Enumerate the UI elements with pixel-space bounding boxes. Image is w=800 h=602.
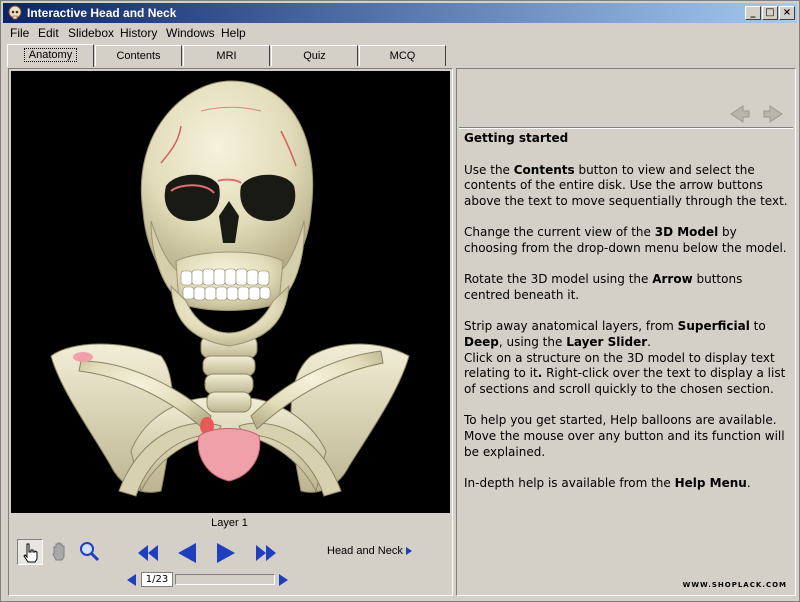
help-text-run: . xyxy=(647,334,651,349)
rotate-left-icon xyxy=(178,543,196,563)
help-text-run: , using the xyxy=(498,334,567,349)
help-text-run: Strip away anatomical layers, from xyxy=(464,319,678,334)
tab-bar: Anatomy Contents MRI Quiz MCQ xyxy=(7,44,447,67)
help-keyword: Contents xyxy=(513,162,575,177)
maximize-button[interactable]: □ xyxy=(762,6,778,20)
text-forward-button[interactable] xyxy=(762,103,784,125)
menu-history[interactable]: History xyxy=(120,26,157,40)
fast-forward-button[interactable] xyxy=(253,541,279,565)
menu-edit[interactable]: Edit xyxy=(38,26,59,40)
help-keyword: Deep xyxy=(464,334,499,349)
help-paragraph: In-depth help is available from the Help… xyxy=(464,476,790,492)
menu-bar: File Edit Slidebox History Windows Help xyxy=(3,24,797,42)
tab-mri[interactable]: MRI xyxy=(183,45,270,66)
menu-slidebox[interactable]: Slidebox xyxy=(68,26,114,40)
menu-file[interactable]: File xyxy=(10,26,29,40)
layer-slider-prev-icon[interactable] xyxy=(127,574,136,586)
layer-slider[interactable]: 1/23 xyxy=(127,572,292,588)
rewind-icon xyxy=(138,545,158,561)
tab-contents[interactable]: Contents xyxy=(95,45,182,66)
help-paragraph: Rotate the 3D model using the Arrow butt… xyxy=(464,272,790,303)
help-keyword: Layer Slider xyxy=(566,334,648,349)
tab-anatomy[interactable]: Anatomy xyxy=(7,44,94,67)
help-paragraph: To help you get started, Help balloons a… xyxy=(464,413,790,460)
rewind-button[interactable] xyxy=(135,541,161,565)
help-text: Getting started Use the Contents button … xyxy=(464,131,790,507)
layer-label: Layer 1 xyxy=(211,517,248,529)
tab-mcq[interactable]: MCQ xyxy=(359,45,446,66)
help-text-run: Rotate the 3D model using the xyxy=(464,272,653,287)
view-selector[interactable]: Head and Neck xyxy=(327,545,412,557)
help-text-run: Use the xyxy=(464,162,514,177)
help-paragraph: Use the Contents button to view and sele… xyxy=(464,163,790,210)
forward-arrow-icon xyxy=(763,105,783,123)
close-button[interactable]: × xyxy=(779,6,795,20)
window-title: Interactive Head and Neck xyxy=(27,6,177,20)
back-arrow-icon xyxy=(730,105,750,123)
help-keyword: Superficial xyxy=(677,319,750,334)
magnifier-icon xyxy=(80,542,100,562)
help-paragraph: Change the current view of the 3D Model … xyxy=(464,225,790,256)
help-text-run: In-depth help is available from the xyxy=(464,475,675,490)
help-text-run: to xyxy=(749,319,766,334)
help-text-run: Change the current view of the xyxy=(464,225,655,240)
skull-app-icon xyxy=(8,5,22,20)
view-selector-label: Head and Neck xyxy=(327,545,403,557)
menu-windows[interactable]: Windows xyxy=(166,26,215,40)
hand-pointer-button[interactable] xyxy=(17,539,43,565)
layer-slider-value: 1/23 xyxy=(141,572,173,587)
app-window: Interactive Head and Neck _ □ × File Edi… xyxy=(0,0,800,602)
skeleton-model[interactable] xyxy=(11,71,450,513)
title-bar[interactable]: Interactive Head and Neck _ □ × xyxy=(3,3,797,23)
grab-hand-icon xyxy=(52,542,65,561)
help-paragraph: Strip away anatomical layers, from Super… xyxy=(464,319,790,398)
help-text-run: . xyxy=(746,475,751,490)
help-keyword: Arrow xyxy=(652,272,693,287)
model-panel: Layer 1 Head and Neck 1/23 xyxy=(8,68,453,596)
hand-pointer-icon xyxy=(23,543,38,563)
zoom-button[interactable] xyxy=(77,539,103,565)
layer-slider-track[interactable] xyxy=(175,574,275,585)
help-keyword: Help Menu xyxy=(674,475,747,490)
help-text-run: To help you get started, Help balloons a… xyxy=(464,413,785,459)
rotate-right-button[interactable] xyxy=(213,541,239,565)
text-panel-divider xyxy=(459,127,793,129)
minimize-button[interactable]: _ xyxy=(745,6,761,20)
text-back-button[interactable] xyxy=(729,103,751,125)
rotate-right-icon xyxy=(217,543,235,563)
tab-quiz[interactable]: Quiz xyxy=(271,45,358,66)
tab-anatomy-label: Anatomy xyxy=(23,48,78,62)
view-dropdown-arrow-icon xyxy=(405,547,412,556)
text-panel: Getting started Use the Contents button … xyxy=(456,68,796,596)
fast-forward-icon xyxy=(256,545,276,561)
menu-help[interactable]: Help xyxy=(221,26,246,40)
help-keyword: 3D Model xyxy=(654,225,719,240)
layer-slider-next-icon[interactable] xyxy=(279,574,288,586)
grab-hand-button[interactable] xyxy=(47,539,73,565)
help-heading: Getting started xyxy=(464,131,569,145)
watermark: WWW.SHOPLACK.COM xyxy=(682,581,787,589)
rotate-left-button[interactable] xyxy=(174,541,200,565)
3d-model-viewport[interactable] xyxy=(11,71,450,513)
